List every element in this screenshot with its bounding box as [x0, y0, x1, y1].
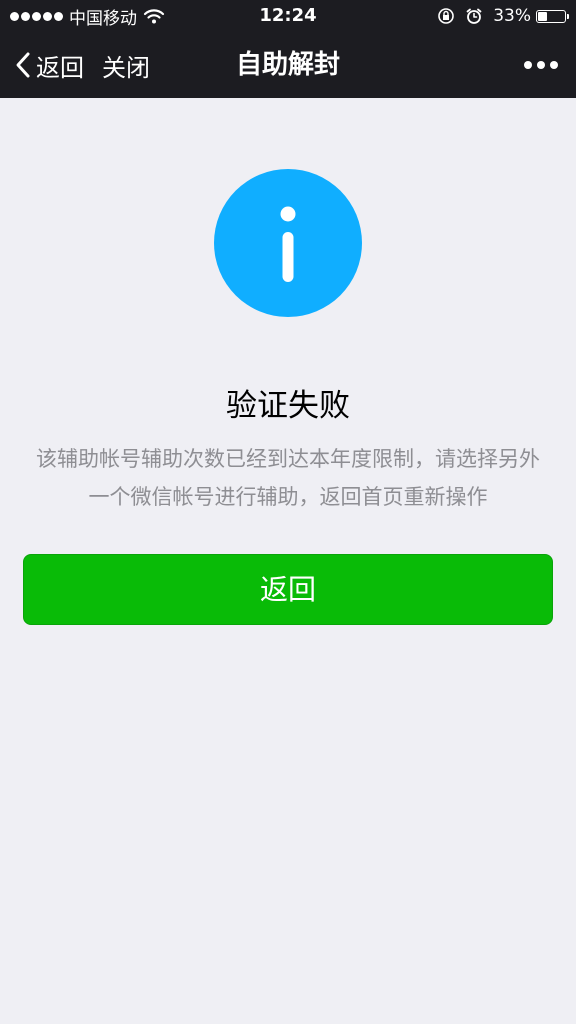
- battery-fill: [538, 11, 548, 21]
- back-button[interactable]: 返回: [14, 32, 84, 98]
- status-bar: 中国移动 12:24 33%: [0, 0, 576, 32]
- status-right: 33%: [437, 5, 569, 27]
- close-button[interactable]: 关闭: [102, 32, 150, 98]
- battery-icon: [536, 9, 569, 23]
- battery-percent: 33%: [493, 6, 531, 26]
- result-description: 该辅助帐号辅助次数已经到达本年度限制，请选择另外一个微信帐号进行辅助，返回首页重…: [36, 447, 540, 509]
- page-title: 自助解封: [235, 50, 340, 80]
- alarm-icon: [466, 8, 482, 24]
- info-icon: [214, 169, 362, 317]
- back-label: 返回: [36, 53, 84, 82]
- more-dots-icon[interactable]: [519, 32, 558, 98]
- orientation-lock-icon: [438, 8, 455, 24]
- result-title: 验证失败: [226, 388, 350, 424]
- return-button[interactable]: 返回: [23, 554, 553, 625]
- chevron-left-icon: [16, 52, 30, 78]
- top-header: 中国移动 12:24 33% 返回 关闭 自助解封: [0, 0, 576, 98]
- navigation-bar: 返回 关闭 自助解封: [0, 32, 576, 98]
